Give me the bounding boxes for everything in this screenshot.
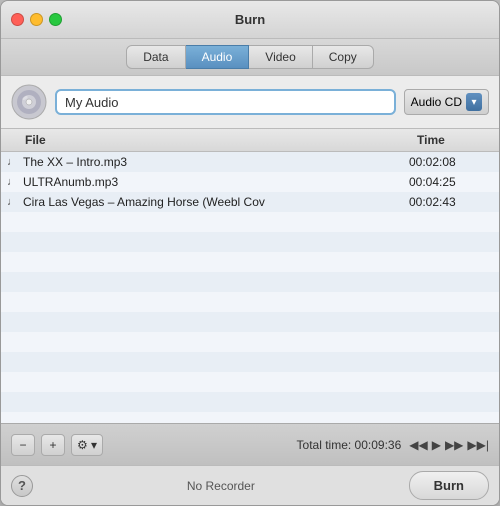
window-title: Burn [235,12,265,27]
column-file: File [1,131,409,149]
empty-row [1,272,499,292]
maximize-button[interactable] [49,13,62,26]
empty-row [1,352,499,372]
disc-name-input[interactable] [55,89,396,115]
empty-row [1,312,499,332]
file-time: 00:02:43 [409,195,499,209]
empty-row [1,212,499,232]
music-icon: ♩ [1,196,21,208]
table-row[interactable]: ♩ The XX – Intro.mp3 00:02:08 [1,152,499,172]
rewind-button[interactable]: ◀◀ [409,438,427,452]
fast-forward-button[interactable]: ▶▶ [445,438,463,452]
file-name: The XX – Intro.mp3 [21,155,409,169]
bottom-toolbar: − + ⚙ ▾ Total time: 00:09:36 ◀◀ ▶ ▶▶ ▶▶| [1,423,499,465]
empty-row [1,392,499,412]
empty-row [1,372,499,392]
tab-video[interactable]: Video [249,45,312,69]
main-window: Burn Data Audio Video Copy Audio CD ▾ Fi… [0,0,500,506]
minimize-button[interactable] [30,13,43,26]
tab-data[interactable]: Data [126,45,185,69]
table-row[interactable]: ♩ ULTRAnumb.mp3 00:04:25 [1,172,499,192]
recorder-status: No Recorder [33,479,409,493]
empty-row [1,412,499,423]
total-time-area: Total time: 00:09:36 ◀◀ ▶ ▶▶ ▶▶| [109,438,489,452]
total-time-label: Total time: 00:09:36 [297,438,402,452]
disc-row: Audio CD ▾ [1,76,499,128]
file-name: Cira Las Vegas – Amazing Horse (Weebl Co… [21,195,409,209]
file-list: ♩ The XX – Intro.mp3 00:02:08 ♩ ULTRAnum… [1,152,499,423]
empty-row [1,332,499,352]
window-buttons [11,13,62,26]
file-time: 00:02:08 [409,155,499,169]
file-list-container: File Time ♩ The XX – Intro.mp3 00:02:08 … [1,128,499,423]
tab-copy[interactable]: Copy [313,45,374,69]
help-button[interactable]: ? [11,475,33,497]
remove-button[interactable]: − [11,434,35,456]
table-row[interactable]: ♩ Cira Las Vegas – Amazing Horse (Weebl … [1,192,499,212]
empty-row [1,232,499,252]
title-bar: Burn [1,1,499,39]
close-button[interactable] [11,13,24,26]
disc-icon [11,84,47,120]
status-bar: ? No Recorder Burn [1,465,499,505]
music-icon: ♩ [1,156,21,168]
cd-type-select[interactable]: Audio CD ▾ [404,89,489,115]
tab-bar: Data Audio Video Copy [1,39,499,76]
play-button[interactable]: ▶ [432,438,441,452]
skip-end-button[interactable]: ▶▶| [467,438,489,452]
list-header: File Time [1,129,499,152]
file-name: ULTRAnumb.mp3 [21,175,409,189]
burn-button[interactable]: Burn [409,471,489,500]
empty-row [1,292,499,312]
tab-audio[interactable]: Audio [186,45,250,69]
music-icon: ♩ [1,176,21,188]
file-time: 00:04:25 [409,175,499,189]
column-time: Time [409,131,499,149]
cd-type-label: Audio CD [411,95,462,109]
cd-type-arrow-icon: ▾ [466,93,482,111]
settings-button[interactable]: ⚙ ▾ [71,434,103,456]
empty-row [1,252,499,272]
transport-controls: ◀◀ ▶ ▶▶ ▶▶| [409,438,489,452]
add-button[interactable]: + [41,434,65,456]
